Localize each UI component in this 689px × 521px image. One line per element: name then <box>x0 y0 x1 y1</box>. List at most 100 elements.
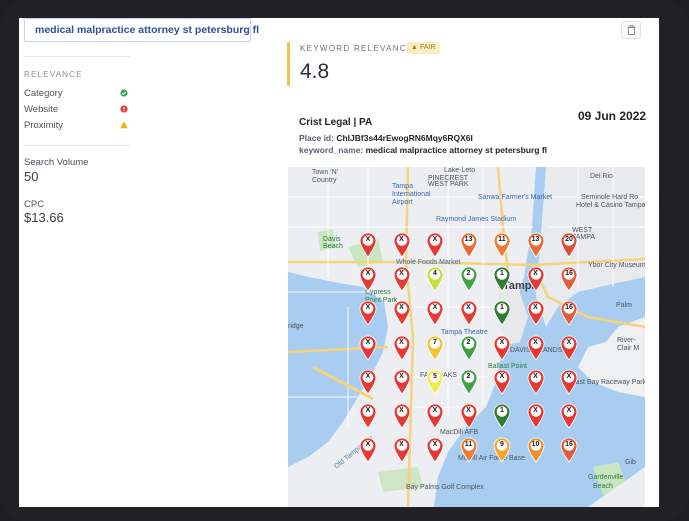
rank-pin[interactable]: X <box>359 335 377 361</box>
rank-pin[interactable]: 16 <box>560 266 578 292</box>
rank-pin[interactable]: 10 <box>527 437 545 463</box>
rank-pin[interactable]: X <box>527 369 545 395</box>
rank-pin[interactable]: X <box>527 335 545 361</box>
map-place-label: Beach <box>593 483 613 490</box>
cpc-value: $13.66 <box>24 210 64 225</box>
rank-pin[interactable]: 11 <box>493 232 511 258</box>
rank-pin[interactable]: X <box>460 300 478 327</box>
rank-pin[interactable]: 2 <box>460 369 478 395</box>
keyword-search-field[interactable]: medical malpractice attorney st petersbu… <box>24 18 259 42</box>
rank-pin[interactable]: 1 <box>493 300 511 327</box>
rank-pin-label: X <box>365 338 371 346</box>
rank-pin-label: 11 <box>498 236 506 243</box>
rank-pin[interactable]: X <box>359 232 377 258</box>
delete-button[interactable] <box>621 21 641 39</box>
relevance-item-proximity: Proximity <box>24 120 128 134</box>
rank-pin[interactable]: X <box>426 403 444 429</box>
rank-pin[interactable]: X <box>460 403 478 429</box>
rank-pin-label: 4 <box>433 270 437 278</box>
rank-pin[interactable]: X <box>493 335 511 361</box>
rank-pin-label: X <box>432 441 438 449</box>
rank-pin[interactable]: X <box>560 369 578 395</box>
alert-circle-icon <box>120 105 128 113</box>
trash-icon <box>627 25 636 35</box>
rank-pin-label: X <box>399 338 404 346</box>
rank-pin-label: X <box>365 407 371 414</box>
keyword-search-text: medical malpractice attorney st petersbu… <box>35 24 260 36</box>
map-place-label: Country <box>312 177 337 184</box>
rank-pin-label: 16 <box>565 304 573 312</box>
rank-pin[interactable]: X <box>393 232 411 258</box>
rank-pin[interactable]: X <box>560 403 578 429</box>
rank-pin[interactable]: 5 <box>426 369 444 395</box>
rank-pin[interactable]: 4 <box>426 266 444 292</box>
rank-pin[interactable]: X <box>359 437 377 463</box>
rank-pin-label: 7 <box>433 338 437 346</box>
rank-pin[interactable]: 13 <box>460 232 478 258</box>
rank-pin[interactable]: X <box>527 300 545 327</box>
rank-pin[interactable]: X <box>393 335 411 361</box>
rank-pin[interactable]: X <box>426 437 444 463</box>
rank-pin-label: 20 <box>565 236 573 243</box>
rank-pin[interactable]: 1 <box>493 266 511 292</box>
rank-pin[interactable]: X <box>560 335 578 361</box>
rank-pin[interactable]: X <box>393 403 411 429</box>
rank-pin[interactable]: 1 <box>493 403 511 429</box>
sidebar-divider <box>24 145 130 146</box>
rank-pin[interactable]: 13 <box>527 232 545 258</box>
rank-pin[interactable]: 2 <box>460 335 478 361</box>
place-id-value: ChIJBf3s44rEwogRN6Mqy6RQX6I <box>336 133 473 143</box>
rank-pin-label: 2 <box>466 270 471 278</box>
map-place-label: WEST PARK <box>428 181 469 188</box>
rank-pin[interactable]: X <box>359 369 377 395</box>
rank-pin[interactable]: X <box>426 300 444 327</box>
place-id-label: Place id: <box>299 133 334 143</box>
relevance-item-label: Category <box>24 88 63 99</box>
rank-pin-label: X <box>365 270 371 278</box>
rank-pin[interactable]: X <box>393 437 411 463</box>
rank-pin[interactable]: X <box>393 300 411 327</box>
rank-pin[interactable]: X <box>359 266 377 292</box>
keyword-relevance-score: 4.8 <box>300 60 330 83</box>
rank-pin[interactable]: X <box>393 369 411 395</box>
rank-pin[interactable]: 16 <box>560 437 578 463</box>
rank-pin[interactable]: X <box>493 369 511 395</box>
rank-pin-label: X <box>533 407 538 414</box>
rank-pin-label: X <box>566 407 572 414</box>
relevance-badge: ▲ FAIR <box>407 42 440 54</box>
rank-pin[interactable]: X <box>527 266 545 292</box>
rank-pin-label: 1 <box>500 407 504 414</box>
map-place-label: Raymond James Stadium <box>436 216 517 223</box>
rank-pin[interactable]: X <box>527 403 545 429</box>
rank-pin-label: X <box>399 270 404 278</box>
map-place-label: Whole Foods Market <box>396 259 461 266</box>
rank-pin-label: 2 <box>466 372 471 380</box>
map-place-label: Del Rio <box>590 173 613 180</box>
rank-pin-label: 16 <box>565 441 573 449</box>
map-place-label: Ybor City Museum <box>588 262 645 269</box>
device-frame: medical malpractice attorney st petersbu… <box>0 0 689 521</box>
rank-pin[interactable]: 11 <box>460 437 478 463</box>
rank-grid-map[interactable]: Town 'N' Country PINECREST WEST PARK Lake-Le… <box>288 167 645 507</box>
rank-pin-label: X <box>566 372 572 380</box>
map-place-label: Bay Palms Golf Complex <box>406 484 484 491</box>
map-place-label: Beach <box>323 243 343 250</box>
keyword-name-label: keyword_name: <box>299 145 364 155</box>
rank-pin[interactable]: X <box>393 266 411 292</box>
rank-pin-label: X <box>432 407 438 414</box>
map-place-label: MacDill AFB <box>440 429 479 436</box>
rank-pin-label: X <box>499 372 505 380</box>
rank-pin[interactable]: X <box>426 232 444 258</box>
map-place-label: Tampa <box>392 183 414 190</box>
rank-pin[interactable]: 7 <box>426 335 444 361</box>
rank-pin[interactable]: X <box>359 403 377 429</box>
search-volume-label: Search Volume <box>24 157 89 168</box>
rank-pin[interactable]: 9 <box>493 437 511 463</box>
rank-pin[interactable]: X <box>359 300 377 327</box>
rank-pin-label: X <box>399 236 404 243</box>
app-screen: medical malpractice attorney st petersbu… <box>19 18 659 507</box>
map-place-label: ridge <box>288 323 304 330</box>
rank-pin[interactable]: 20 <box>560 232 578 258</box>
rank-pin[interactable]: 2 <box>460 266 478 292</box>
rank-pin[interactable]: 16 <box>560 300 578 327</box>
